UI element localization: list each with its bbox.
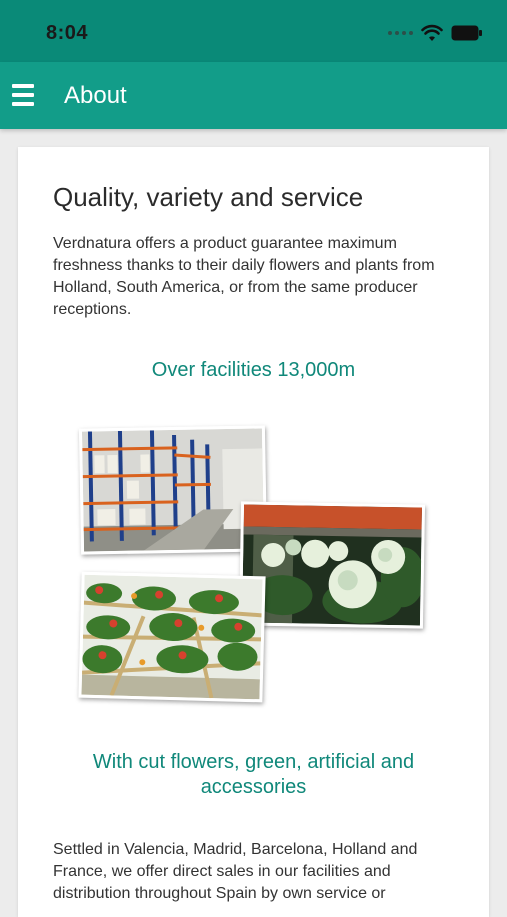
about-card: Quality, variety and service Verdnatura … bbox=[18, 147, 489, 917]
battery-icon bbox=[451, 25, 482, 41]
warehouse-photo bbox=[78, 425, 268, 555]
wifi-icon bbox=[421, 24, 443, 41]
hydrangea-flowers-photo bbox=[238, 501, 426, 629]
products-heading: With cut flowers, green, artificial and … bbox=[92, 751, 415, 798]
cellular-signal-icon bbox=[388, 31, 413, 35]
hamburger-menu-icon[interactable] bbox=[12, 84, 36, 106]
status-icons bbox=[388, 22, 483, 44]
status-bar: 8:04 bbox=[0, 0, 507, 62]
distribution-paragraph: Settled in Valencia, Madrid, Barcelona, … bbox=[53, 841, 418, 902]
facilities-photo-collage bbox=[78, 425, 430, 707]
page-title: About bbox=[64, 82, 127, 109]
facilities-heading: Over facilities 13,000m bbox=[151, 359, 356, 381]
status-time: 8:04 bbox=[46, 22, 89, 44]
app-bar: About bbox=[0, 62, 507, 129]
section-heading: Quality, variety and service bbox=[53, 182, 364, 212]
potted-plants-photo bbox=[78, 571, 266, 703]
intro-paragraph: Verdnatura offers a product guarantee ma… bbox=[53, 235, 435, 318]
